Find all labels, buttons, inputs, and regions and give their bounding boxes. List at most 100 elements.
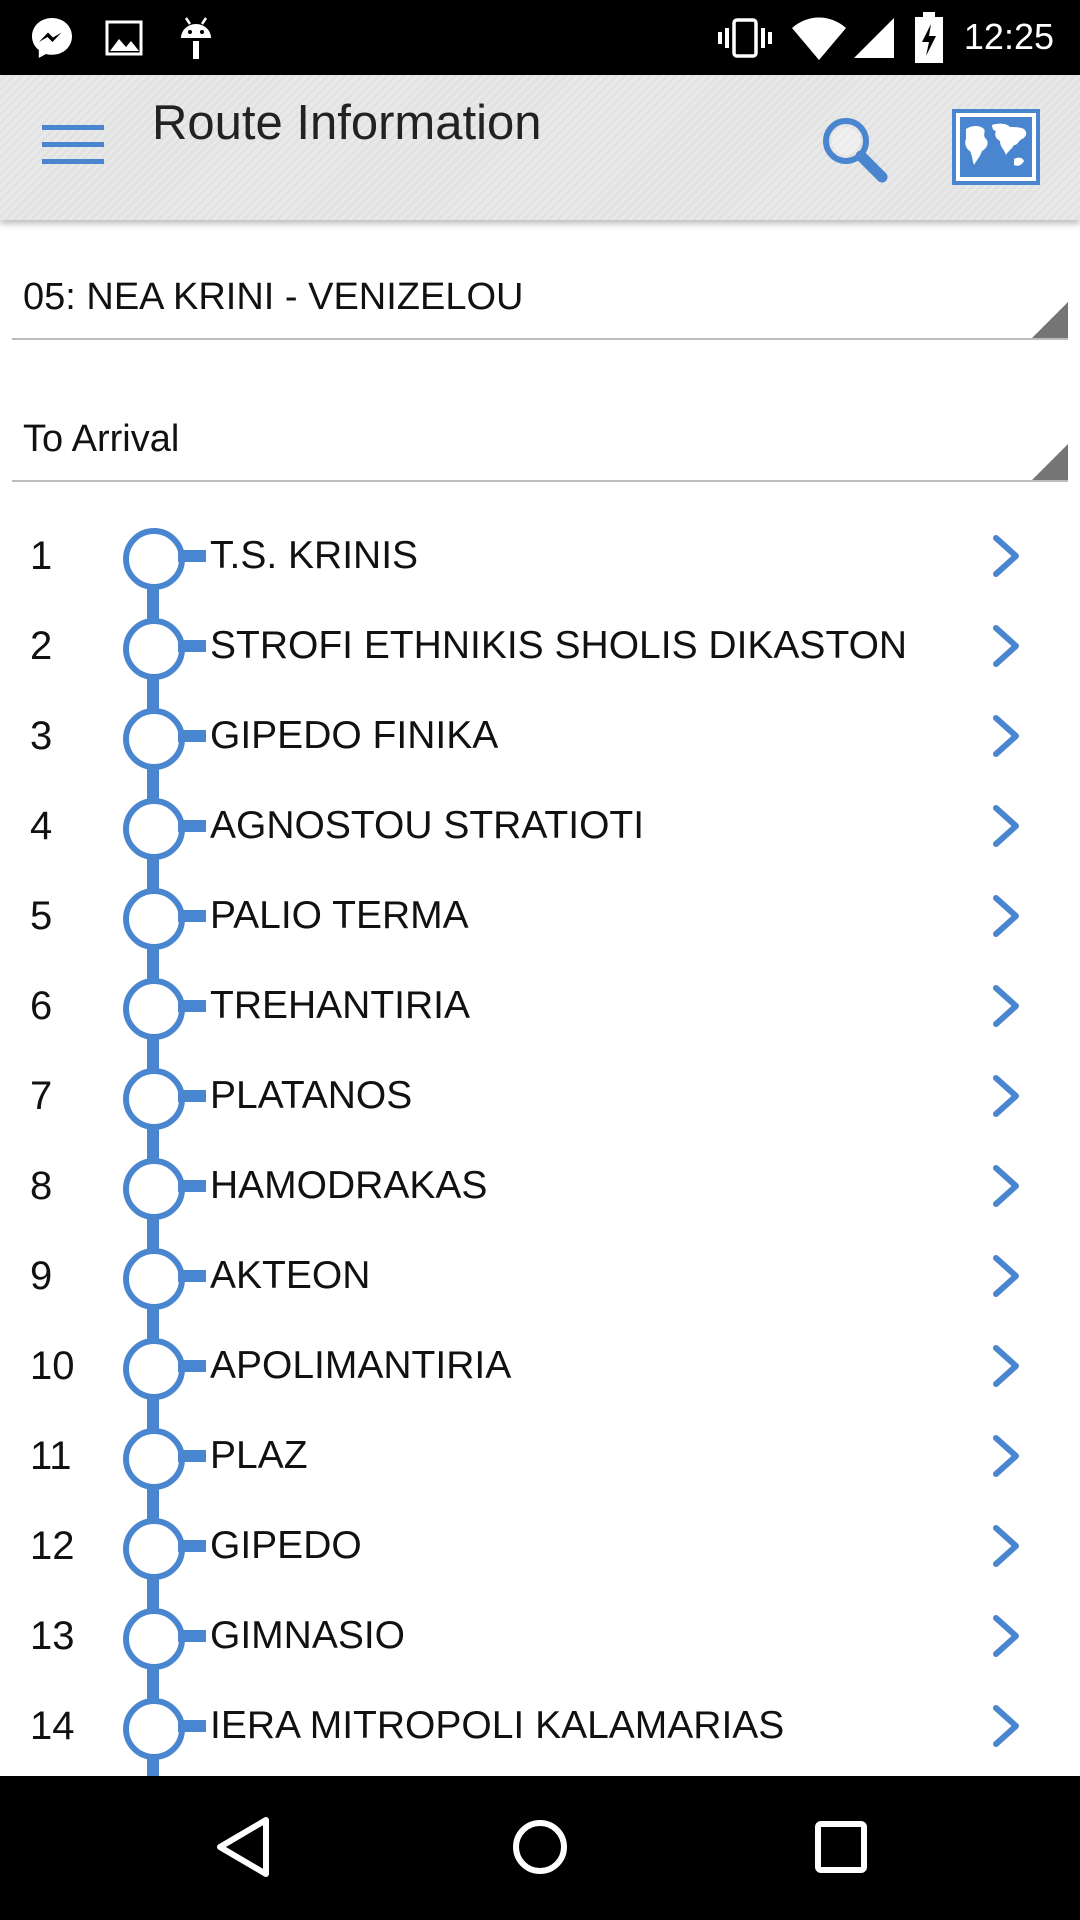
stop-node-icon <box>123 708 185 770</box>
stop-row[interactable]: 13 GIMNASIO <box>0 1590 1080 1680</box>
stop-row[interactable]: 2 STROFI ETHNIKIS SHOLIS DIKASTON <box>0 600 1080 690</box>
stop-name: AGNOSTOU STRATIOTI <box>210 804 645 847</box>
chevron-right-icon[interactable] <box>988 982 1024 1030</box>
stop-name: GIPEDO FINIKA <box>210 714 499 757</box>
stop-node-icon <box>123 1158 185 1220</box>
stop-node-icon <box>123 1068 185 1130</box>
stop-number: 10 <box>30 1344 75 1388</box>
chevron-right-icon[interactable] <box>988 1432 1024 1480</box>
chevron-right-icon[interactable] <box>988 712 1024 760</box>
stop-name: GIMNASIO <box>210 1614 406 1657</box>
back-icon[interactable] <box>210 1812 280 1882</box>
route-select-dropdown-icon <box>1032 302 1068 338</box>
chevron-right-icon[interactable] <box>988 802 1024 850</box>
stop-row[interactable]: 10 APOLIMANTIRIA <box>0 1320 1080 1410</box>
navigation-bar <box>0 1776 1080 1920</box>
vibrate-icon <box>716 14 774 62</box>
chevron-right-icon[interactable] <box>988 1162 1024 1210</box>
hamburger-menu-icon[interactable] <box>42 125 104 171</box>
stop-node-icon <box>123 1428 185 1490</box>
stop-connector <box>178 1180 206 1192</box>
stop-name: PLATANOS <box>210 1074 413 1117</box>
stop-list[interactable]: 1 T.S. KRINIS 2 STROFI ETHNIKIS SHOLIS DIKA… <box>0 510 1080 1776</box>
stop-number: 14 <box>30 1704 75 1748</box>
stop-connector <box>178 1000 206 1012</box>
chevron-right-icon[interactable] <box>988 1702 1024 1750</box>
stop-node-icon <box>123 618 185 680</box>
stop-name: STROFI ETHNIKIS SHOLIS DIKASTON <box>210 624 908 667</box>
stop-node-icon <box>123 798 185 860</box>
chevron-right-icon[interactable] <box>988 1522 1024 1570</box>
search-icon[interactable] <box>816 111 890 185</box>
route-select[interactable]: 05: NEA KRINI - VENIZELOU <box>12 258 1068 340</box>
stop-number: 1 <box>30 534 53 578</box>
stop-connector <box>178 640 206 652</box>
signal-icon <box>852 14 896 62</box>
stop-node-icon <box>123 1518 185 1580</box>
chevron-right-icon[interactable] <box>988 1072 1024 1120</box>
stop-row[interactable]: 6 TREHANTIRIA <box>0 960 1080 1050</box>
stop-connector <box>178 1360 206 1372</box>
direction-select-dropdown-icon <box>1032 444 1068 480</box>
direction-select[interactable]: To Arrival <box>12 400 1068 482</box>
stop-row[interactable]: 12 GIPEDO <box>0 1500 1080 1590</box>
messenger-icon <box>28 14 76 62</box>
stop-connector <box>178 1090 206 1102</box>
stop-connector <box>178 1540 206 1552</box>
home-icon[interactable] <box>505 1812 575 1882</box>
stop-row[interactable]: 8 HAMODRAKAS <box>0 1140 1080 1230</box>
stop-number: 3 <box>30 714 53 758</box>
route-select-value: 05: NEA KRINI - VENIZELOU <box>23 276 524 318</box>
stop-connector <box>178 1630 206 1642</box>
stop-number: 7 <box>30 1074 53 1118</box>
stop-row[interactable]: 14 IERA MITROPOLI KALAMARIAS <box>0 1680 1080 1770</box>
chevron-right-icon[interactable] <box>988 1612 1024 1660</box>
stop-connector <box>178 910 206 922</box>
stop-number: 13 <box>30 1614 75 1658</box>
stop-number: 9 <box>30 1254 53 1298</box>
stop-row[interactable]: 1 T.S. KRINIS <box>0 510 1080 600</box>
stop-number: 8 <box>30 1164 53 1208</box>
stop-name: AKTEON <box>210 1254 371 1297</box>
stop-connector <box>178 730 206 742</box>
wifi-icon <box>790 14 848 62</box>
stop-node-icon <box>123 888 185 950</box>
status-bar: 12:25 <box>0 0 1080 75</box>
recents-icon[interactable] <box>806 1812 876 1882</box>
stop-name: TREHANTIRIA <box>210 984 471 1027</box>
android-debug-icon <box>176 14 216 62</box>
stop-row[interactable]: 7 PLATANOS <box>0 1050 1080 1140</box>
chevron-right-icon[interactable] <box>988 622 1024 670</box>
stop-row[interactable]: 5 PALIO TERMA <box>0 870 1080 960</box>
page-title: Route Information <box>152 96 542 150</box>
stop-name: PALIO TERMA <box>210 894 469 937</box>
stop-name: APOLIMANTIRIA <box>210 1344 512 1387</box>
stop-row[interactable]: 4 AGNOSTOU STRATIOTI <box>0 780 1080 870</box>
chevron-right-icon[interactable] <box>988 1252 1024 1300</box>
chevron-right-icon[interactable] <box>988 892 1024 940</box>
stop-node-icon <box>123 528 185 590</box>
stop-number: 11 <box>30 1434 72 1478</box>
direction-select-value: To Arrival <box>23 418 180 460</box>
chevron-right-icon[interactable] <box>988 532 1024 580</box>
stop-row[interactable]: 9 AKTEON <box>0 1230 1080 1320</box>
stop-number: 4 <box>30 804 53 848</box>
stop-row[interactable]: 3 GIPEDO FINIKA <box>0 690 1080 780</box>
stop-name: PLAZ <box>210 1434 308 1477</box>
stop-name: IERA MITROPOLI KALAMARIAS <box>210 1704 785 1747</box>
stop-number: 6 <box>30 984 53 1028</box>
stop-name: T.S. KRINIS <box>210 534 419 577</box>
stop-number: 5 <box>30 894 53 938</box>
stop-node-icon <box>123 1248 185 1310</box>
stop-connector <box>178 1270 206 1282</box>
stop-name: HAMODRAKAS <box>210 1164 488 1207</box>
stop-node-icon <box>123 1698 185 1760</box>
stop-number: 2 <box>30 624 53 668</box>
stop-name: GIPEDO <box>210 1524 362 1567</box>
chevron-right-icon[interactable] <box>988 1342 1024 1390</box>
world-map-icon[interactable] <box>952 109 1040 185</box>
stop-row[interactable]: 11 PLAZ <box>0 1410 1080 1500</box>
stop-node-icon <box>123 1338 185 1400</box>
stop-connector <box>178 1450 206 1462</box>
stop-node-icon <box>123 1608 185 1670</box>
